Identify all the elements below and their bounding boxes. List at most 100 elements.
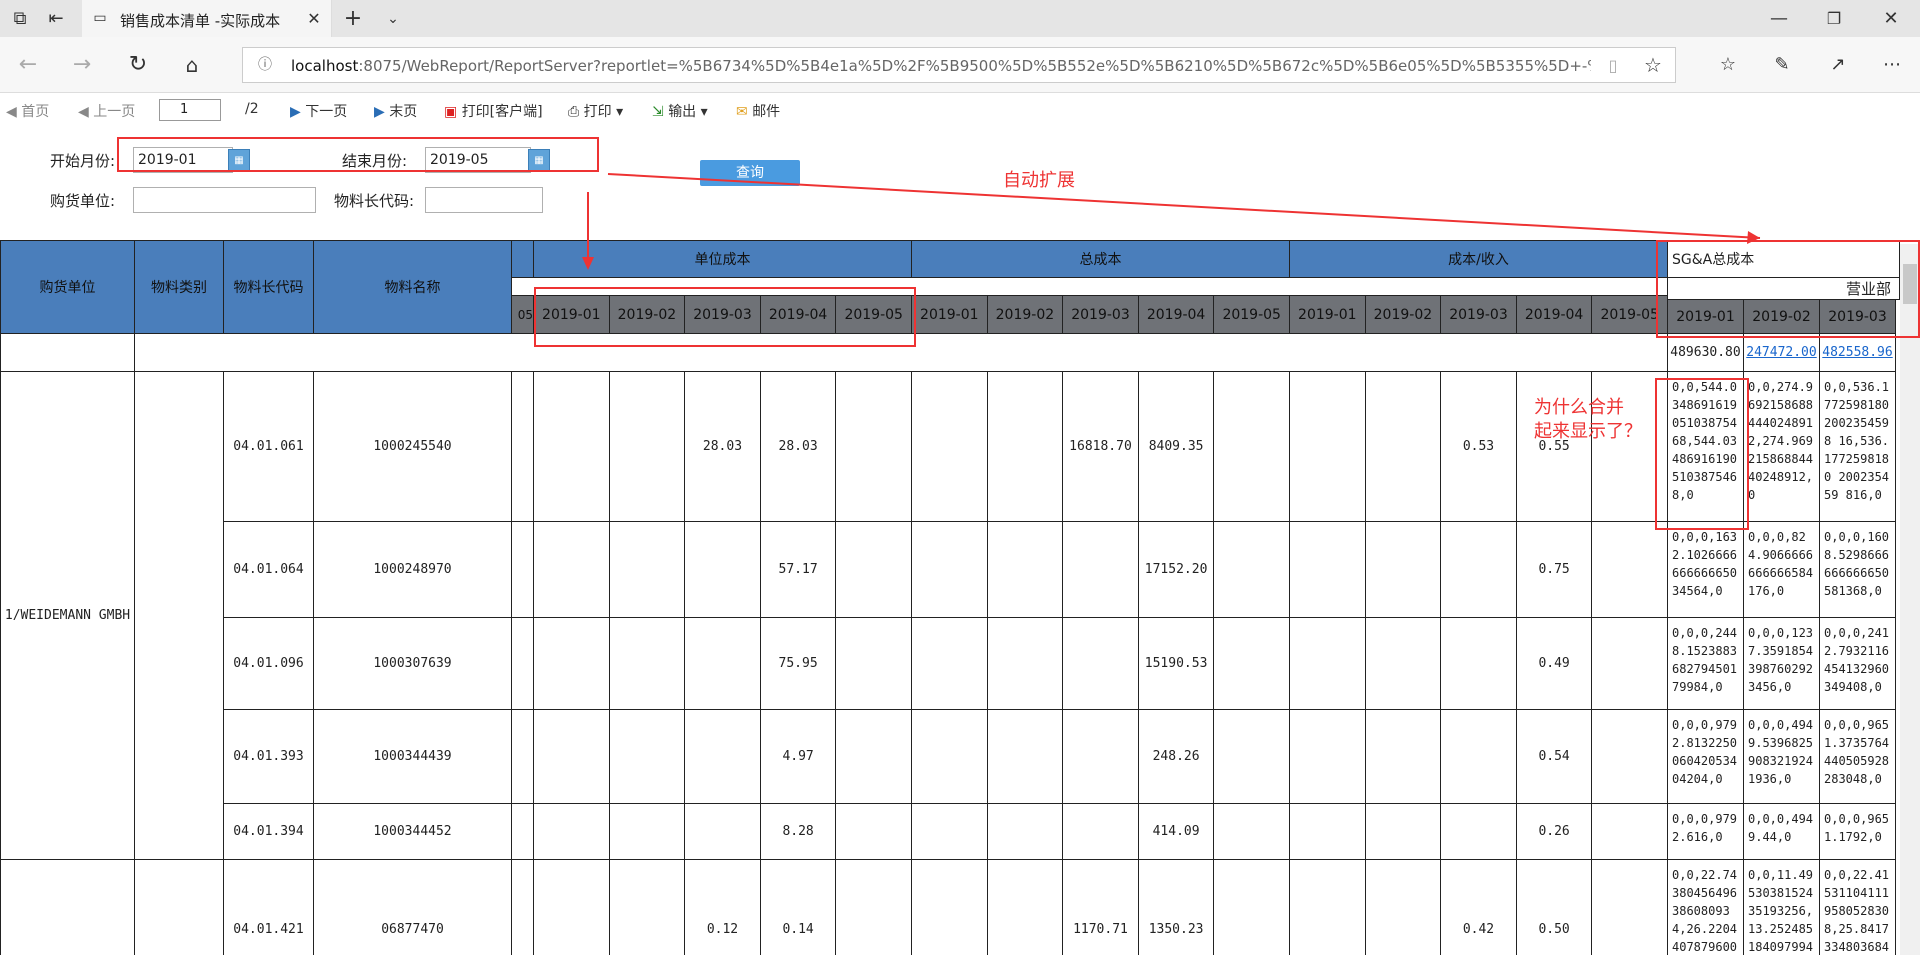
value-cell: 0.12 xyxy=(685,860,761,955)
close-window-icon[interactable]: ✕ xyxy=(1880,8,1902,30)
more-menu-icon[interactable]: ⋯ xyxy=(1880,53,1904,77)
value-cell xyxy=(1214,710,1290,804)
material-code-label: 物料长代码: xyxy=(334,192,415,210)
sga-detail-cell: 0,0,0,1632.102666666666665034564,0 xyxy=(1668,522,1744,618)
browser-titlebar: ⧉ ⇤ ▭ 销售成本清单 -实际成本 ✕ + ⌄ — ❐ ✕ xyxy=(0,0,1920,37)
favorite-star-icon[interactable]: ☆ xyxy=(1643,55,1663,75)
value-cell: 414.09 xyxy=(1138,804,1215,860)
value-cell xyxy=(987,522,1064,618)
last-page-button[interactable]: ▶ 末页 xyxy=(374,101,417,121)
value-cell xyxy=(1365,804,1442,860)
info-icon[interactable]: ⓘ xyxy=(257,57,273,73)
minimize-icon[interactable]: — xyxy=(1768,8,1790,30)
value-cell: 0.26 xyxy=(1516,804,1593,860)
value-cell xyxy=(912,860,988,955)
restore-icon[interactable]: ❐ xyxy=(1823,8,1845,30)
buyer-input[interactable] xyxy=(133,187,316,213)
annotation-box-date-range xyxy=(117,137,599,172)
prev-page-button[interactable]: ◀ 上一页 xyxy=(78,101,135,121)
tab-actions-icon[interactable]: ⧉ xyxy=(10,9,30,29)
home-icon[interactable]: ⌂ xyxy=(180,53,204,77)
sga-detail-cell: 0,0,274.96921586884440248912,274.9692158… xyxy=(1744,372,1820,522)
header-category: 物料类别 xyxy=(135,240,224,334)
pen-icon[interactable]: ✎ xyxy=(1770,53,1794,77)
print-client-button[interactable]: ▣ 打印[客户端] xyxy=(444,101,543,121)
material-code-input[interactable] xyxy=(425,187,543,213)
report-table: 购货单位 物料类别 物料长代码 物料名称 单位成本 总成本 成本/收入 SG&A… xyxy=(0,240,1920,955)
buyer-cell: 1/WEIDEMANN GMBH xyxy=(0,372,135,860)
browser-tab[interactable]: ▭ 销售成本清单 -实际成本 ✕ xyxy=(82,0,332,37)
refresh-icon[interactable]: ↻ xyxy=(126,53,150,77)
sga-detail-cell: 0,0,22.41531104111958052830 8,25.8417334… xyxy=(1820,860,1896,955)
query-button[interactable]: 查询 xyxy=(700,160,800,186)
value-cell xyxy=(1290,618,1366,710)
material-code-cell: 04.01.393 xyxy=(224,710,314,804)
month-header: 2019-04 xyxy=(1138,296,1215,334)
sga-detail-cell: 0,0,0,2448.152388368279450179984,0 xyxy=(1668,618,1744,710)
value-cell xyxy=(1063,804,1139,860)
value-cell xyxy=(534,860,610,955)
sga-total-cell[interactable]: 247472.00 xyxy=(1744,334,1820,372)
material-code-cell: 04.01.096 xyxy=(224,618,314,710)
material-name-cell: 1000307639 xyxy=(314,618,512,710)
value-cell xyxy=(987,710,1064,804)
annotation-auto-expand: 自动扩展 xyxy=(1003,170,1075,191)
value-cell xyxy=(836,860,912,955)
category-cell xyxy=(135,372,224,860)
first-page-icon: ◀ xyxy=(6,104,17,120)
reading-view-icon[interactable]: ▯ xyxy=(1603,56,1623,76)
value-cell: 1170.71 xyxy=(1063,860,1139,955)
first-page-button[interactable]: ◀ 首页 xyxy=(6,101,49,121)
favorites-hub-icon[interactable]: ☆ xyxy=(1716,53,1740,77)
sga-detail-cell: 0,0,0,9792.616,0 xyxy=(1668,804,1744,860)
month-header: 2019-04 xyxy=(1516,296,1593,334)
share-icon[interactable]: ↗ xyxy=(1826,53,1850,77)
value-cell xyxy=(1441,804,1517,860)
mail-button[interactable]: ✉ 邮件 xyxy=(736,101,780,121)
value-cell xyxy=(609,710,686,804)
url-field[interactable]: ⓘ localhost:8075/WebReport/ReportServer?… xyxy=(242,47,1676,83)
tab-list-chevron-icon[interactable]: ⌄ xyxy=(382,8,404,30)
export-button[interactable]: ⇲ 输出 ▾ xyxy=(652,101,708,121)
value-cell xyxy=(1592,710,1668,804)
sga-total-cell[interactable]: 482558.96 xyxy=(1820,334,1896,372)
next-page-button[interactable]: ▶ 下一页 xyxy=(290,101,347,121)
back-icon[interactable]: ← xyxy=(16,53,40,77)
material-name-cell: 06877470 xyxy=(314,860,512,955)
forward-icon[interactable]: → xyxy=(70,53,94,77)
spacer-cell xyxy=(512,372,534,522)
close-tab-icon[interactable]: ✕ xyxy=(304,9,324,29)
print-button[interactable]: ⎙ 打印 ▾ xyxy=(568,101,623,121)
sga-detail-cell: 0,0,0,1237.35918543987602923456,0 xyxy=(1744,618,1820,710)
header-partial-month: 05 xyxy=(512,296,534,334)
value-cell xyxy=(987,804,1064,860)
spacer-cell xyxy=(512,618,534,710)
month-header: 2019-03 xyxy=(1441,296,1517,334)
value-cell xyxy=(836,618,912,710)
new-tab-icon[interactable]: + xyxy=(342,8,364,30)
page-number-input[interactable]: 1 xyxy=(159,99,221,121)
value-cell xyxy=(1290,522,1366,618)
export-icon: ⇲ xyxy=(652,104,664,120)
value-cell: 15190.53 xyxy=(1138,618,1215,710)
material-code-cell: 04.01.064 xyxy=(224,522,314,618)
start-month-label: 开始月份: xyxy=(50,152,116,170)
sga-detail-cell: 0,0,0,824.9066666666666584176,0 xyxy=(1744,522,1820,618)
value-cell xyxy=(836,710,912,804)
value-cell: 57.17 xyxy=(760,522,837,618)
material-code-cell: 04.01.061 xyxy=(224,372,314,522)
value-cell xyxy=(836,372,912,522)
annotation-box-sga-header xyxy=(1656,240,1920,338)
value-cell xyxy=(1214,860,1290,955)
totals-blank xyxy=(0,334,135,372)
value-cell xyxy=(1365,522,1442,618)
set-tabs-aside-icon[interactable]: ⇤ xyxy=(46,9,66,29)
header-buyer: 购货单位 xyxy=(0,240,135,334)
category-cell xyxy=(135,860,224,955)
spacer-cell xyxy=(512,710,534,804)
vertical-scrollbar[interactable] xyxy=(1900,244,1920,955)
value-cell xyxy=(609,372,686,522)
value-cell: 4.97 xyxy=(760,710,837,804)
material-name-cell: 1000344452 xyxy=(314,804,512,860)
value-cell xyxy=(836,804,912,860)
